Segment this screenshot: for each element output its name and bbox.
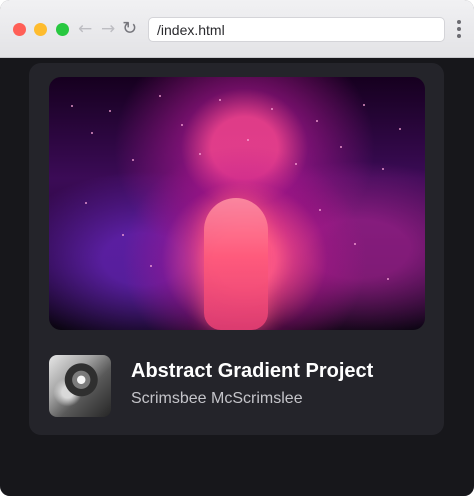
project-title: Abstract Gradient Project xyxy=(131,360,374,382)
project-preview-image[interactable] xyxy=(49,77,425,330)
address-text: /index.html xyxy=(157,22,225,38)
zoom-window-button[interactable] xyxy=(56,23,69,36)
author-name: Scrimsbee McScrimslee xyxy=(131,390,303,407)
address-bar[interactable]: /index.html xyxy=(148,17,445,42)
forward-arrow-icon[interactable]: → xyxy=(101,18,115,40)
browser-window: ← → ↻ /index.html Abstract Gradient Proj… xyxy=(0,0,474,496)
glowing-figure xyxy=(204,198,268,330)
browser-toolbar: ← → ↻ /index.html xyxy=(0,0,474,58)
reload-icon[interactable]: ↻ xyxy=(122,18,137,40)
avatar[interactable] xyxy=(49,355,111,417)
page-content: Abstract Gradient Project Scrimsbee McSc… xyxy=(0,58,474,496)
back-arrow-icon[interactable]: ← xyxy=(78,18,92,40)
project-card[interactable]: Abstract Gradient Project Scrimsbee McSc… xyxy=(29,63,444,435)
minimize-window-button[interactable] xyxy=(34,23,47,36)
close-window-button[interactable] xyxy=(13,23,26,36)
more-options-icon[interactable] xyxy=(455,18,463,40)
